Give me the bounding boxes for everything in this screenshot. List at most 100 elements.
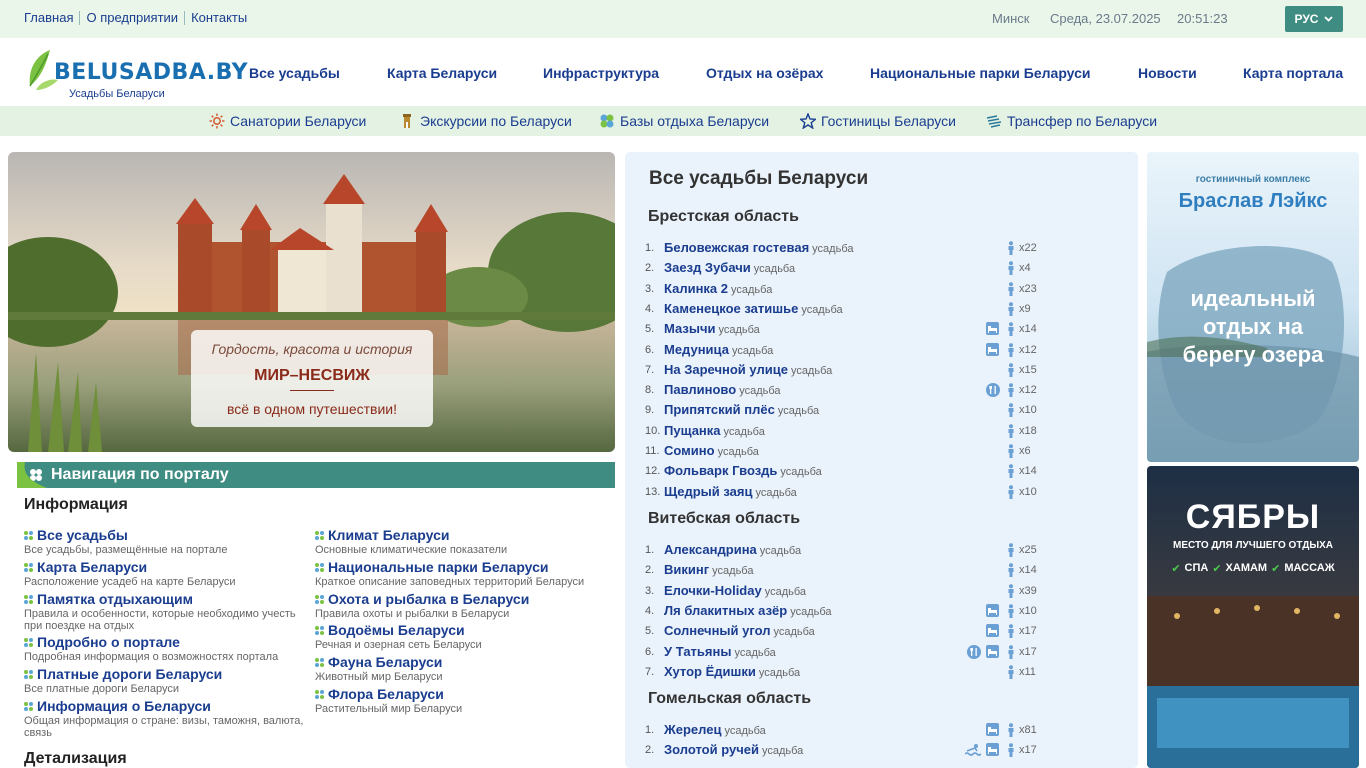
guest-count: x23: [1019, 282, 1037, 295]
nav-national-parks[interactable]: Национальные парки Беларуси: [870, 65, 1091, 81]
estate-link[interactable]: Хутор Ёдишки усадьба: [664, 664, 800, 679]
estate-link[interactable]: Жерелец усадьба: [664, 722, 766, 737]
person-icon: [1007, 302, 1015, 316]
portal-nav-item[interactable]: Все усадьбы Все усадьбы, размещённые на п…: [24, 527, 304, 556]
estate-link[interactable]: На Заречной улице усадьба: [664, 362, 832, 377]
estate-link[interactable]: Медуница усадьба: [664, 342, 773, 357]
top-link-about[interactable]: О предприятии: [79, 11, 184, 25]
nav-map-belarus[interactable]: Карта Беларуси: [387, 65, 497, 81]
portal-nav-link[interactable]: Подробно о портале: [24, 634, 304, 650]
estate-type: усадьба: [812, 243, 854, 255]
portal-nav-header: Навигация по порталу: [17, 462, 615, 488]
portal-nav-item[interactable]: Водоёмы Беларуси Речная и озерная сеть Бе…: [315, 622, 605, 651]
estate-row: 1. Жерелец усадьба x81: [625, 720, 1138, 740]
portal-nav-item[interactable]: Карта Беларуси Расположение усадеб на кар…: [24, 559, 304, 588]
language-selector[interactable]: РУС: [1285, 6, 1343, 32]
portal-nav-link[interactable]: Национальные парки Беларуси: [315, 559, 605, 575]
estate-link[interactable]: Щедрый заяц усадьба: [664, 484, 797, 499]
estate-link[interactable]: Мазычи усадьба: [664, 321, 760, 336]
portal-nav-link[interactable]: Водоёмы Беларуси: [315, 622, 605, 638]
portal-nav-desc: Речная и озерная сеть Беларуси: [315, 639, 482, 651]
portal-nav-link-label: Охота и рыбалка в Беларуси: [328, 591, 530, 607]
estate-link[interactable]: Фольварк Гвоздь усадьба: [664, 463, 822, 478]
estate-link[interactable]: Ля блакитных азёр усадьба: [664, 603, 832, 618]
estate-type: усадьба: [755, 486, 797, 499]
bed-icon: [986, 342, 999, 356]
portal-nav-item[interactable]: Информация о Беларуси Общая информация о …: [24, 698, 304, 739]
guest-count: x18: [1019, 424, 1037, 437]
estate-link[interactable]: Сомино усадьба: [664, 443, 759, 458]
portal-nav-link[interactable]: Памятка отдыхающим: [24, 591, 304, 607]
subnav-sanatoriums[interactable]: Санатории Беларуси: [209, 113, 366, 129]
estate-link[interactable]: Елочки-Holiday усадьба: [664, 583, 806, 598]
time-label: 20:51:23: [1177, 11, 1228, 26]
estate-number: 2.: [645, 262, 655, 275]
nav-sitemap[interactable]: Карта портала: [1243, 65, 1343, 81]
portal-nav-item[interactable]: Памятка отдыхающим Правила и особенности,…: [24, 591, 304, 632]
feature-spa: СПА: [1184, 562, 1209, 574]
portal-nav-link-label: Памятка отдыхающим: [37, 591, 193, 607]
portal-nav-item[interactable]: Подробно о портале Подробная информация о…: [24, 634, 304, 663]
guest-count: x14: [1019, 323, 1037, 336]
person-icon: [1007, 563, 1015, 578]
portal-nav-link[interactable]: Все усадьбы: [24, 527, 304, 543]
estate-link[interactable]: Пущанка усадьба: [664, 423, 765, 438]
estate-link[interactable]: У Татьяны усадьба: [664, 644, 776, 659]
estate-link[interactable]: Павлиново усадьба: [664, 382, 781, 397]
estate-link[interactable]: Припятский плёс усадьба: [664, 402, 819, 417]
nav-news[interactable]: Новости: [1138, 65, 1197, 81]
estate-number: 1.: [645, 724, 655, 736]
person-icon: [1007, 383, 1015, 398]
portal-nav-item[interactable]: Фауна Беларуси Животный мир Беларуси: [315, 654, 605, 683]
portal-nav-link[interactable]: Фауна Беларуси: [315, 654, 605, 670]
guest-count: x11: [1019, 665, 1036, 678]
subnav-label: Гостиницы Беларуси: [821, 113, 956, 129]
ad-syabry[interactable]: СЯБРЫ МЕСТО ДЛЯ ЛУЧШЕГО ОТДЫХА ✔ СПА ✔ ХАМ…: [1147, 466, 1359, 768]
estate-link[interactable]: Александрина усадьба: [664, 542, 801, 557]
subnav-label: Экскурсии по Беларуси: [420, 113, 572, 129]
portal-nav-item[interactable]: Национальные парки Беларуси Краткое описа…: [315, 559, 605, 588]
guest-count: x81: [1019, 724, 1037, 736]
portal-nav-link[interactable]: Карта Беларуси: [24, 559, 304, 575]
leaf-corner-icon: [17, 462, 47, 488]
portal-nav-title: Навигация по порталу: [51, 466, 229, 483]
portal-nav-link-label: Платные дороги Беларуси: [37, 666, 223, 682]
portal-nav-link[interactable]: Флора Беларуси: [315, 686, 605, 702]
subnav-hotels[interactable]: Гостиницы Беларуси: [800, 113, 956, 129]
nav-infrastructure[interactable]: Инфраструктура: [543, 65, 659, 81]
person-icon: [1007, 624, 1015, 639]
top-link-contacts[interactable]: Контакты: [184, 11, 253, 25]
portal-nav-link[interactable]: Платные дороги Беларуси: [24, 666, 304, 682]
portal-nav-desc: Все усадьбы, размещённые на портале: [24, 544, 228, 556]
nav-all-estates[interactable]: Все усадьбы: [249, 65, 340, 81]
guest-count: x12: [1019, 384, 1037, 397]
subnav-recreation-bases[interactable]: Базы отдыха Беларуси: [599, 113, 769, 129]
estate-row: 2. Заезд Зубачи усадьба x4: [625, 258, 1138, 278]
estate-link[interactable]: Калинка 2 усадьба: [664, 281, 772, 296]
nav-lakes[interactable]: Отдых на озёрах: [706, 65, 823, 81]
subnav-transfer[interactable]: Трансфер по Беларуси: [986, 113, 1157, 129]
estate-link[interactable]: Беловежская гостевая усадьба: [664, 240, 853, 255]
estate-link[interactable]: Викинг усадьба: [664, 562, 753, 577]
portal-nav-item[interactable]: Флора Беларуси Растительный мир Беларуси: [315, 686, 605, 715]
estate-link[interactable]: Каменецкое затишье усадьба: [664, 301, 843, 316]
portal-nav-link[interactable]: Охота и рыбалка в Беларуси: [315, 591, 605, 607]
site-logo[interactable]: BELUSADBA.BY Усадьбы Беларуси: [26, 46, 248, 102]
portal-nav-item[interactable]: Охота и рыбалка в Беларуси Правила охоты …: [315, 591, 605, 620]
estate-number: 13.: [645, 485, 661, 498]
estate-number: 3.: [645, 584, 655, 597]
ad-braslav-lakes[interactable]: гостиничный комплекс Браслав Лэйкс идеал…: [1147, 152, 1359, 462]
hero-divider: [290, 390, 334, 391]
estate-row: 10. Пущанка усадьба x18: [625, 421, 1138, 441]
portal-nav-item[interactable]: Платные дороги Беларуси Все платные дорог…: [24, 666, 304, 695]
estate-number: 10.: [645, 424, 661, 437]
estate-link[interactable]: Заезд Зубачи усадьба: [664, 260, 795, 275]
estate-link[interactable]: Солнечный угол усадьба: [664, 623, 815, 638]
subnav-excursions[interactable]: Экскурсии по Беларуси: [399, 113, 572, 129]
hero-banner[interactable]: Гордость, красота и история МИР–НЕСВИЖ в…: [8, 152, 615, 452]
estate-link[interactable]: Золотой ручей усадьба: [664, 742, 803, 757]
portal-nav-link[interactable]: Информация о Беларуси: [24, 698, 304, 714]
portal-nav-link[interactable]: Климат Беларуси: [315, 527, 605, 543]
top-link-home[interactable]: Главная: [24, 11, 79, 25]
portal-nav-item[interactable]: Климат Беларуси Основные климатические по…: [315, 527, 605, 556]
